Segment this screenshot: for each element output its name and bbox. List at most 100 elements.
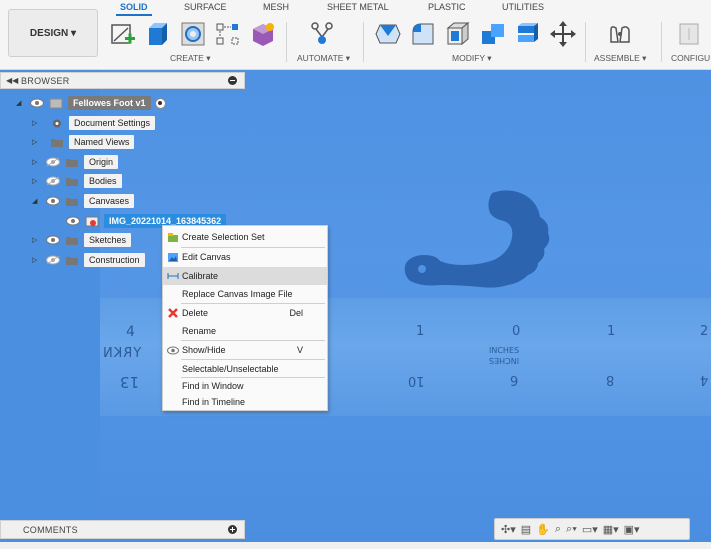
collapsed-triangle-icon[interactable]: ▷: [32, 138, 42, 146]
collapsed-triangle-icon[interactable]: ▷: [32, 119, 42, 127]
tree-item-sketches[interactable]: ▷ Sketches: [32, 232, 132, 248]
move-icon[interactable]: [549, 20, 577, 48]
tab-surface[interactable]: SURFACE: [184, 2, 227, 12]
menu-item-replace-canvas-image[interactable]: Replace Canvas Image File: [163, 285, 327, 303]
tree-item-label[interactable]: Construction: [84, 253, 145, 267]
browser-panel-header[interactable]: ◀◀ BROWSER: [0, 72, 245, 89]
tree-item-label[interactable]: Document Settings: [69, 116, 156, 130]
collapsed-triangle-icon[interactable]: ▷: [32, 256, 42, 264]
ruler-mark: 1: [416, 324, 425, 339]
extrude-icon[interactable]: [144, 20, 172, 48]
tab-mesh[interactable]: MESH: [263, 2, 289, 12]
joint-icon[interactable]: [606, 20, 634, 48]
fillet-icon[interactable]: [409, 20, 437, 48]
automate-menu[interactable]: AUTOMATE ▾: [297, 53, 350, 64]
visibility-eye-icon[interactable]: [46, 196, 60, 206]
menu-item-delete[interactable]: Delete Del: [163, 304, 327, 322]
minimize-icon[interactable]: [228, 76, 237, 85]
automate-icon[interactable]: [308, 20, 336, 48]
comments-title: COMMENTS: [23, 524, 78, 535]
tree-item-document-settings[interactable]: ▷ Document Settings: [32, 115, 156, 131]
menu-item-rename[interactable]: Rename: [163, 322, 327, 340]
menu-item-calibrate[interactable]: Calibrate: [163, 267, 327, 285]
combine-icon[interactable]: [479, 20, 507, 48]
tree-item-label[interactable]: Named Views: [69, 135, 135, 149]
menu-item-edit-canvas[interactable]: Edit Canvas: [163, 248, 327, 266]
tree-item-bodies[interactable]: ▷ Bodies: [32, 173, 122, 189]
status-bar: [0, 542, 711, 549]
gear-icon: [53, 119, 61, 127]
tree-root[interactable]: ◢ Fellowes Foot v1: [16, 95, 166, 111]
toolbar: DESIGN ▾ SOLID SURFACE MESH SHEET METAL …: [0, 0, 711, 70]
menu-item-find-in-timeline[interactable]: Find in Timeline: [163, 393, 327, 411]
tab-solid[interactable]: SOLID: [116, 2, 151, 16]
revolve-icon[interactable]: [179, 20, 207, 48]
design-workspace-button[interactable]: DESIGN ▾: [8, 9, 98, 57]
collapse-icon[interactable]: ◀◀: [6, 76, 18, 85]
pan-hand-icon[interactable]: ✋: [534, 521, 552, 537]
look-at-icon[interactable]: ▤: [519, 521, 533, 537]
group-divider: [286, 22, 287, 62]
visibility-eye-icon[interactable]: [30, 98, 44, 108]
eye-icon: [166, 343, 180, 357]
configure-menu[interactable]: CONFIGU: [671, 53, 710, 63]
collapsed-triangle-icon[interactable]: ▷: [32, 236, 42, 244]
tab-plastic[interactable]: PLASTIC: [428, 2, 466, 12]
group-divider: [585, 22, 586, 62]
group-divider: [661, 22, 662, 62]
press-pull-icon[interactable]: [374, 20, 402, 48]
create-sketch-icon[interactable]: [109, 20, 137, 48]
tree-item-label[interactable]: Sketches: [84, 233, 132, 247]
menu-item-selectable[interactable]: Selectable/Unselectable: [163, 360, 327, 378]
modify-menu[interactable]: MODIFY ▾: [452, 53, 492, 64]
folder-icon: [66, 177, 78, 186]
shell-icon[interactable]: [444, 20, 472, 48]
split-body-icon[interactable]: [514, 20, 542, 48]
tree-root-label[interactable]: Fellowes Foot v1: [68, 96, 151, 110]
calibrate-icon: [166, 269, 180, 283]
hidden-eye-icon[interactable]: [46, 255, 60, 265]
folder-icon: [66, 236, 78, 245]
create-menu[interactable]: CREATE ▾: [170, 53, 210, 64]
collapsed-triangle-icon[interactable]: ▷: [32, 177, 42, 185]
tree-item-origin[interactable]: ▷ Origin: [32, 154, 119, 170]
viewports-icon[interactable]: ▣▾: [622, 521, 642, 537]
tree-item-label[interactable]: Origin: [84, 155, 119, 169]
ruler-mark: 1: [607, 324, 616, 339]
tree-item-label[interactable]: Bodies: [84, 174, 122, 188]
zoom-icon[interactable]: ⌕: [553, 521, 563, 537]
folder-icon: [66, 197, 78, 206]
tree-item-construction[interactable]: ▷ Construction: [32, 252, 145, 268]
expanded-triangle-icon[interactable]: ◢: [32, 197, 42, 205]
add-comment-icon[interactable]: [228, 525, 237, 534]
collapsed-triangle-icon[interactable]: ▷: [32, 158, 42, 166]
tree-item-label[interactable]: Canvases: [84, 194, 135, 208]
comments-panel-header[interactable]: COMMENTS: [0, 520, 245, 539]
ruler-mark: INCHES: [489, 356, 520, 365]
visibility-eye-icon[interactable]: [46, 235, 60, 245]
grid-icon[interactable]: ▦▾: [601, 521, 621, 537]
display-settings-icon[interactable]: ▭▾: [580, 521, 600, 537]
configure-icon[interactable]: [676, 20, 704, 48]
menu-item-show-hide[interactable]: Show/Hide V: [163, 341, 327, 359]
folder-icon: [66, 158, 78, 167]
tab-utilities[interactable]: UTILITIES: [502, 2, 544, 12]
visibility-eye-icon[interactable]: [66, 216, 80, 226]
activate-radio[interactable]: [154, 97, 166, 109]
tree-item-named-views[interactable]: ▷ Named Views: [32, 134, 135, 150]
tab-sheet-metal[interactable]: SHEET METAL: [327, 2, 389, 12]
menu-item-create-selection-set[interactable]: Create Selection Set: [163, 228, 327, 246]
selection-set-icon: [166, 230, 180, 244]
ruler-mark: 4: [700, 372, 709, 387]
orbit-icon[interactable]: ✣▾: [499, 521, 518, 537]
fit-icon[interactable]: ⌕▾: [564, 521, 579, 537]
folder-icon: [66, 256, 78, 265]
part-silhouette: [404, 190, 550, 288]
tree-item-canvases[interactable]: ◢ Canvases: [32, 193, 135, 209]
hidden-eye-icon[interactable]: [46, 176, 60, 186]
create-form-icon[interactable]: [249, 20, 277, 48]
hidden-eye-icon[interactable]: [46, 157, 60, 167]
assemble-menu[interactable]: ASSEMBLE ▾: [594, 53, 646, 64]
rectangular-pattern-icon[interactable]: [214, 20, 242, 48]
expanded-triangle-icon[interactable]: ◢: [16, 99, 26, 107]
